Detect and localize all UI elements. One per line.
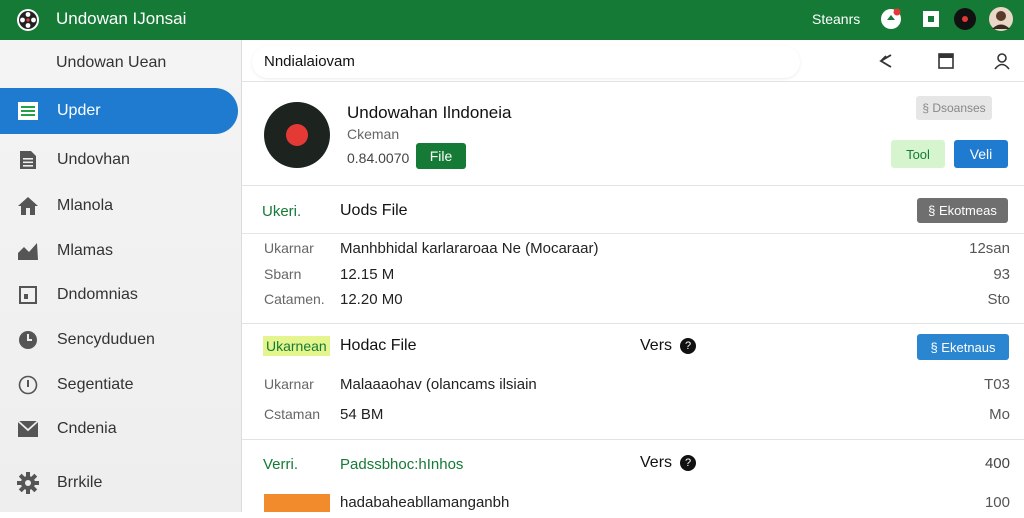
veli-button[interactable]: Veli (954, 140, 1008, 168)
ekotmeas-button[interactable]: § Ekotmeas (917, 198, 1008, 223)
sidebar-item-label: Cndenia (57, 420, 117, 437)
sidebar-item-label: Segentiate (57, 376, 134, 393)
square-icon[interactable] (935, 50, 957, 72)
sidebar-item-label: Undovhan (57, 151, 130, 168)
sidebar-item-label: Upder (57, 102, 101, 119)
row-key: Cstaman (264, 406, 321, 422)
file-button[interactable]: File (416, 143, 466, 169)
card-title: Undowahan Ilndoneia (347, 103, 512, 122)
table-row[interactable]: Ukarnar Malaaaohav (olancams ilsiain T03 (242, 376, 1024, 400)
row-right: 93 (993, 266, 1010, 283)
section-title: Uods File (340, 202, 408, 219)
breadcrumb-text: Nndialaiovam (264, 53, 355, 70)
film-reel-logo[interactable] (16, 8, 40, 32)
sidebar-item-label: Brrkile (57, 474, 103, 491)
row-value: 12.20 M0 (340, 291, 403, 308)
sidebar-item-segentiate[interactable]: Segentiate (0, 362, 240, 408)
row-key: Catamen. (264, 291, 325, 307)
row-value: 54 BM (340, 406, 384, 423)
user-icon[interactable] (991, 50, 1013, 72)
breadcrumb-bar: Nndialaiovam (242, 40, 1024, 82)
square-icon[interactable] (918, 6, 944, 32)
table-row[interactable]: Cstaman 54 BM Mo (242, 406, 1024, 430)
row-value: hadabaheabllamanganbh (340, 494, 510, 511)
row-right: Sto (987, 291, 1010, 308)
row-value: Malaaaohav (olancams ilsiain (340, 376, 537, 393)
main-panel: Nndialaiovam Undowahan Ilndoneia Ckeman … (242, 40, 1024, 512)
document-icon (16, 148, 40, 172)
row-key: Ukarnar (264, 376, 314, 392)
record-avatar (264, 102, 330, 168)
record-dot (286, 124, 308, 146)
table-row[interactable]: hadabaheabllamanganbh 100 (242, 494, 1024, 518)
top-bar: Undowan IJonsai Steanrs (0, 0, 1024, 40)
sidebar-item-undovhan[interactable]: Undovhan (0, 137, 240, 183)
mail-icon (16, 417, 40, 441)
sidebar-item-brrkile[interactable]: Brrkile (0, 460, 240, 506)
table-row[interactable]: Sbarn 12.15 M 93 (242, 266, 1024, 290)
section-tag: Ukeri. (262, 203, 302, 220)
sidebar-item-label: Mlamas (57, 242, 114, 259)
row-key: Ukarnar (264, 240, 314, 256)
sidebar-item-label: Sencyduduen (57, 331, 155, 348)
chart-icon (16, 239, 40, 263)
help-icon[interactable]: ? (680, 338, 697, 354)
profile-card: Undowahan Ilndoneia Ckeman 0.84.0070 Fil… (242, 86, 1024, 186)
sidebar-heading: Undowan Uean (56, 54, 167, 71)
table-row[interactable]: Catamen. 12.20 M0 Sto (242, 291, 1024, 315)
row-right: 400 (984, 455, 1010, 472)
row-right: 12san (969, 240, 1010, 257)
section-title: Padssbhoc:hInhos (340, 456, 464, 473)
vers-label[interactable]: Vers ? (640, 337, 697, 355)
folder-icon (16, 283, 40, 307)
vers-label[interactable]: Vers ? (640, 454, 697, 472)
dsoanses-button[interactable]: § Dsoanses (916, 96, 992, 120)
gear-icon (16, 471, 40, 495)
sidebar: Undowan Uean Upder Undovhan Mlanola Mlam… (0, 40, 242, 512)
sidebar-item-mlamas[interactable]: Mlamas (0, 228, 240, 274)
sidebar-item-label: Mlanola (57, 197, 114, 214)
file-section: Verri. Padssbhoc:hInhos Vers ? 400 (242, 440, 1024, 488)
section-tag: Verri. (263, 456, 299, 473)
sidebar-item-upder[interactable]: Upder (0, 88, 238, 134)
file-section: Ukarnean Hodac File Vers ? § Eketnaus (242, 324, 1024, 370)
row-key: Sbarn (264, 266, 302, 282)
vers-text: Vers (640, 454, 673, 471)
row-right: 100 (984, 494, 1010, 511)
row-value: Manhbhidal karlararoaa Ne (Mocaraar) (340, 240, 599, 257)
clock-icon (16, 328, 40, 352)
breadcrumb[interactable]: Nndialaiovam (252, 46, 800, 78)
top-right-label[interactable]: Steanrs (812, 11, 860, 27)
home-icon (16, 194, 40, 218)
file-section: Ukeri. Uods File § Ekotmeas (242, 188, 1024, 234)
user-avatar[interactable] (988, 6, 1014, 32)
sidebar-item-label: Dndomnias (57, 286, 138, 303)
sidebar-item-sencyduduen[interactable]: Sencyduduen (0, 317, 240, 363)
eketnaus-button[interactable]: § Eketnaus (917, 334, 1009, 360)
orange-tag (264, 494, 330, 512)
notification-icon[interactable] (878, 6, 904, 32)
sidebar-item-mlanola[interactable]: Mlanola (0, 183, 240, 229)
record-icon[interactable] (952, 6, 978, 32)
row-value: 12.15 M (340, 266, 395, 283)
app-title: Undowan IJonsai (56, 9, 187, 28)
back-arrow-icon[interactable] (875, 50, 897, 72)
row-right: T03 (984, 376, 1010, 393)
vers-text: Vers (640, 337, 673, 354)
sidebar-item-cndenia[interactable]: Cndenia (0, 406, 240, 452)
sidebar-item-dndomnias[interactable]: Dndomnias (0, 272, 240, 318)
section-title: Hodac File (340, 337, 417, 354)
card-number: 0.84.0070 (347, 150, 410, 166)
table-row[interactable]: Ukarnar Manhbhidal karlararoaa Ne (Mocar… (242, 240, 1024, 264)
info-circle-icon (16, 373, 40, 397)
list-icon (16, 99, 40, 123)
help-icon[interactable]: ? (680, 455, 697, 471)
row-right: Mo (989, 406, 1010, 423)
tool-button[interactable]: Tool (891, 140, 945, 168)
section-tag: Ukarnean (263, 336, 330, 356)
card-subtitle: Ckeman (347, 126, 400, 142)
